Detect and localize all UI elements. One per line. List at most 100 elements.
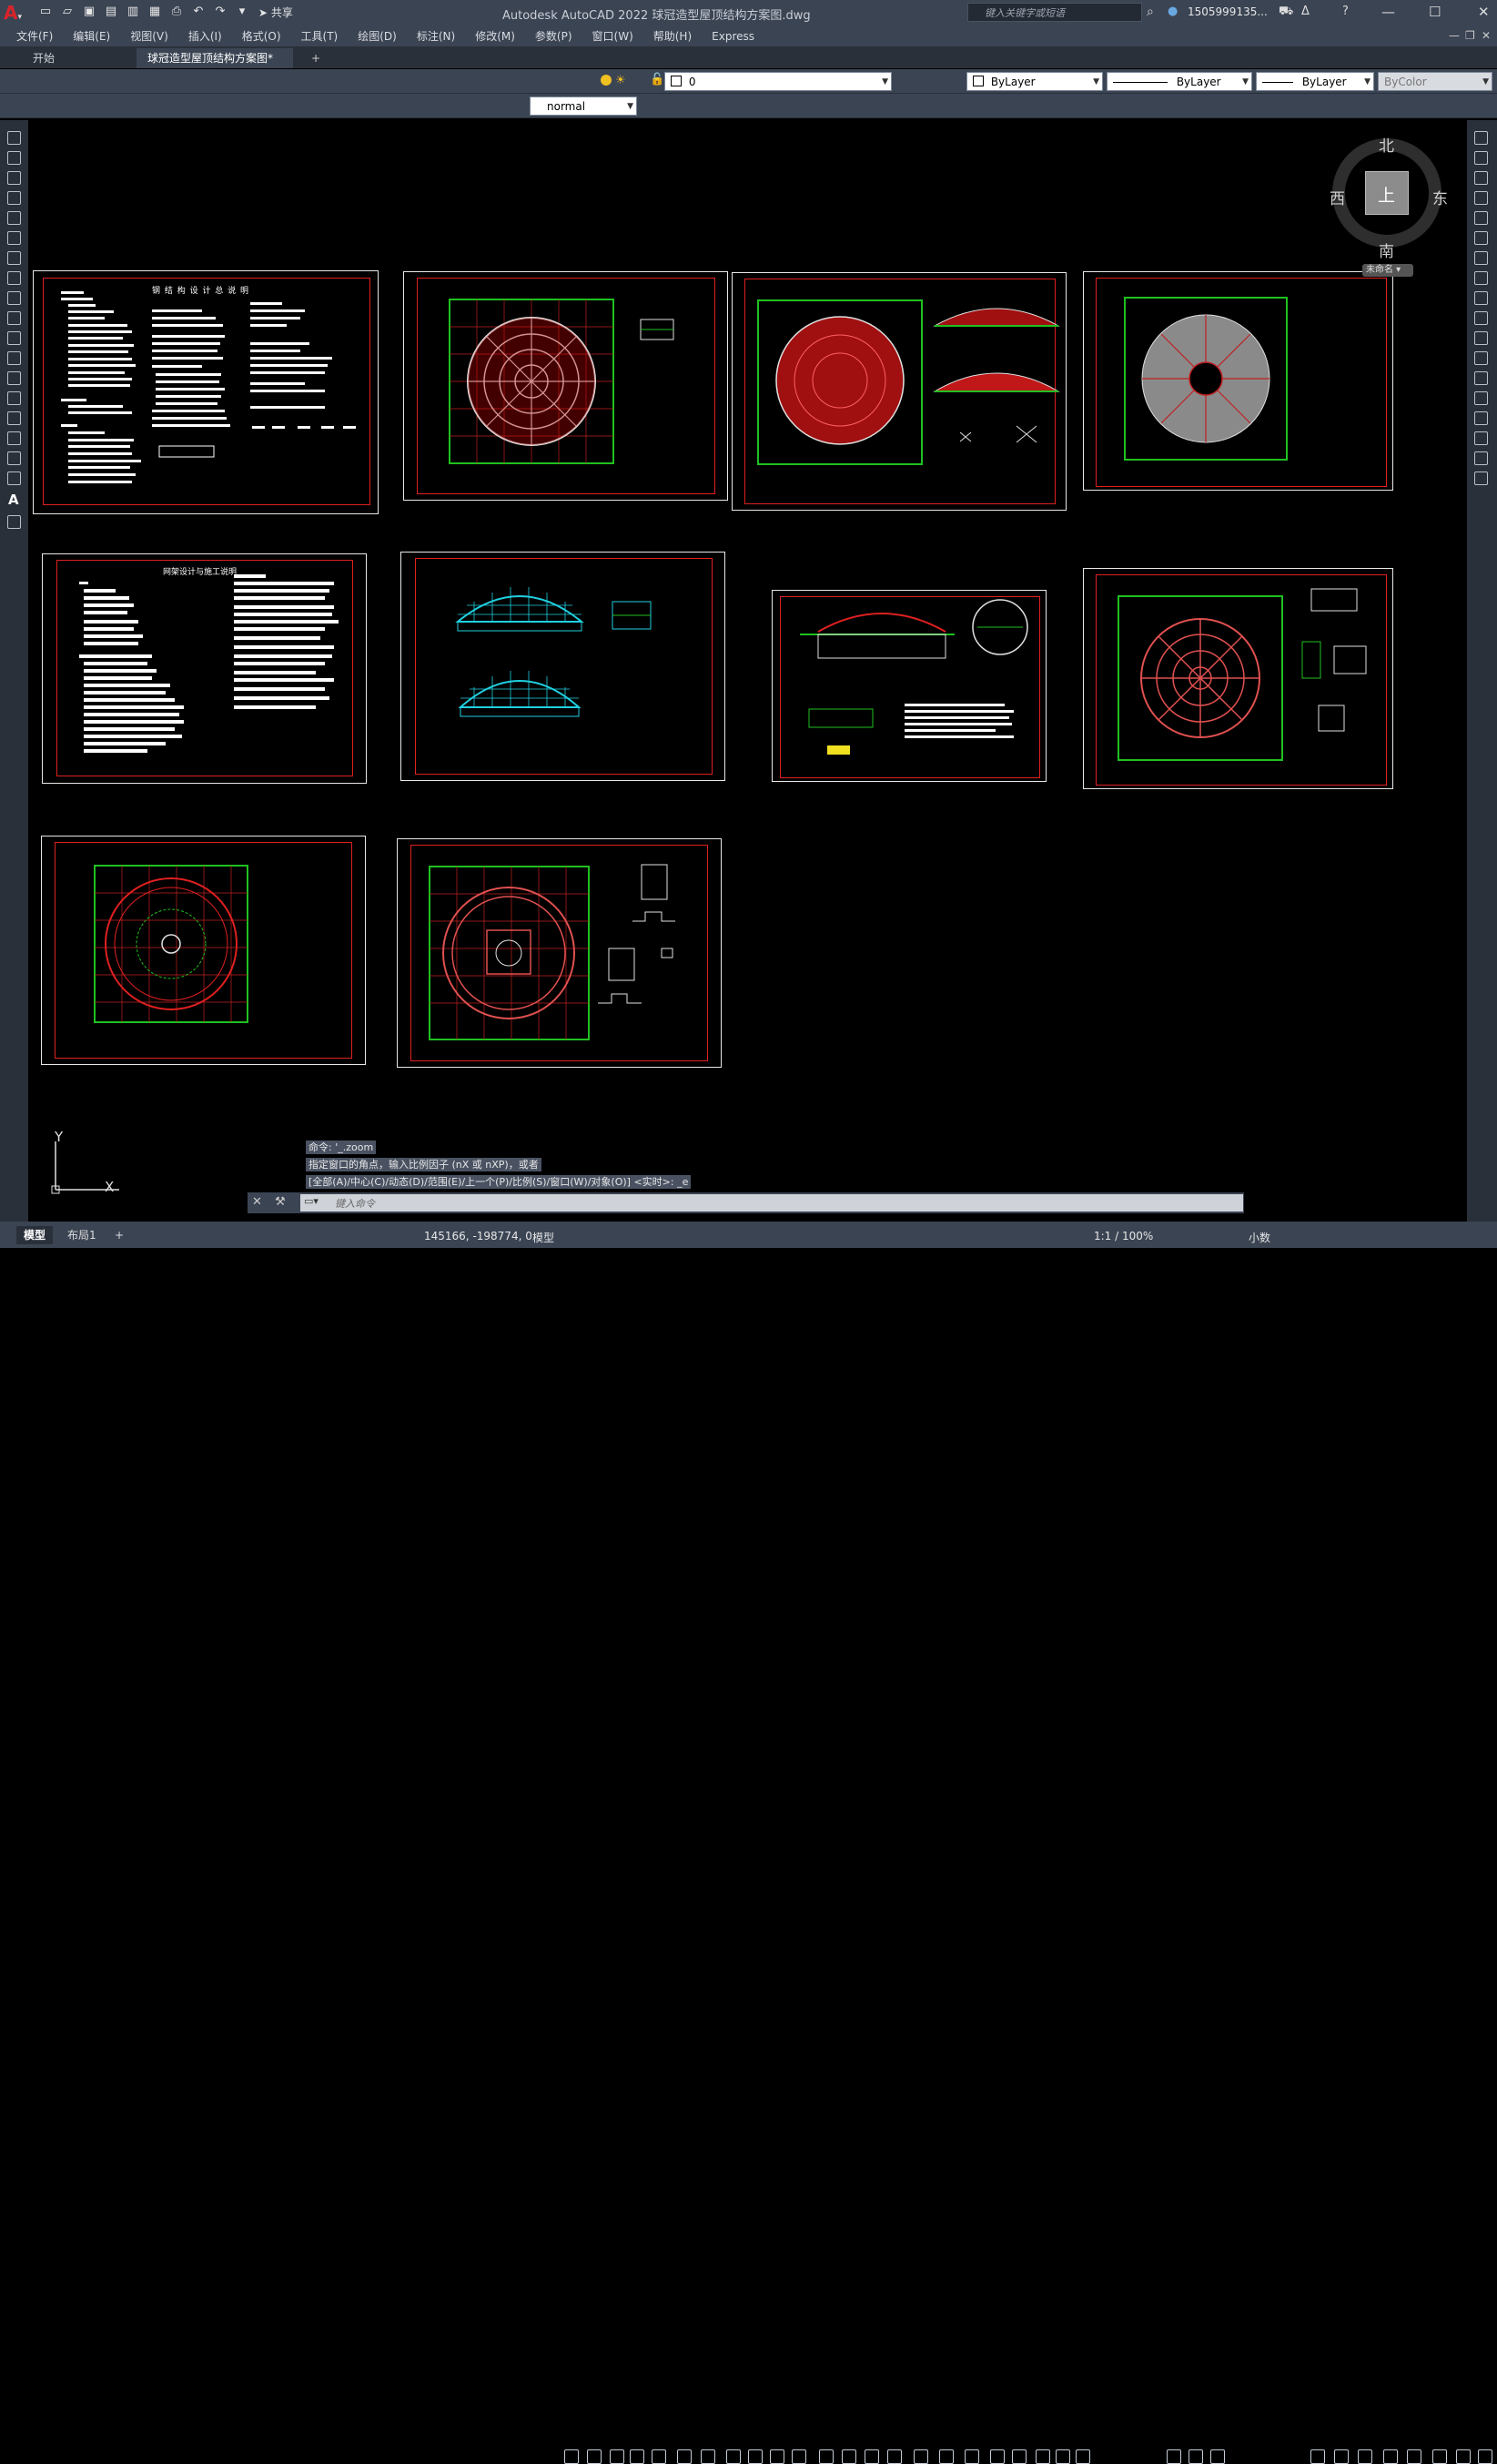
open-web-icon[interactable]: ▥ bbox=[124, 3, 142, 21]
plot-icon[interactable]: ⎙ bbox=[167, 3, 186, 21]
viewcube-top-face[interactable]: 上 bbox=[1365, 171, 1409, 215]
sheet-steel-structure-notes[interactable]: 钢 结 构 设 计 总 说 明 bbox=[33, 270, 379, 514]
status-toggle-icon[interactable] bbox=[842, 2449, 856, 2464]
menu-view[interactable]: 视图(V) bbox=[130, 26, 168, 46]
status-toggle-icon[interactable] bbox=[1056, 2449, 1070, 2464]
status-toggle-icon[interactable] bbox=[1310, 2449, 1325, 2464]
close-window-icon[interactable]: ✕ bbox=[1478, 4, 1490, 20]
draw-tool-icon[interactable] bbox=[7, 371, 21, 385]
status-toggle-icon[interactable] bbox=[939, 2449, 954, 2464]
modify-tool-icon[interactable] bbox=[1474, 151, 1488, 165]
user-icon[interactable]: ● bbox=[1168, 5, 1178, 18]
cart-icon[interactable]: ⛟ bbox=[1279, 5, 1293, 20]
user-account[interactable]: 1505999135... bbox=[1188, 5, 1268, 18]
status-toggle-icon[interactable] bbox=[1456, 2449, 1471, 2464]
modify-tool-icon[interactable] bbox=[1474, 411, 1488, 425]
layer-on-icon[interactable] bbox=[601, 75, 612, 86]
modify-tool-icon[interactable] bbox=[1474, 231, 1488, 245]
command-settings-icon[interactable]: ⚒ bbox=[275, 1195, 286, 1209]
command-recent-icon[interactable]: ▭▾ bbox=[304, 1195, 319, 1207]
new-icon[interactable]: ▭ bbox=[36, 3, 55, 21]
sheet-space-frame-notes[interactable]: 网架设计与施工说明 bbox=[42, 553, 367, 784]
viewcube-east[interactable]: 东 bbox=[1432, 186, 1448, 208]
modify-tool-icon[interactable] bbox=[1474, 431, 1488, 445]
status-toggle-icon[interactable] bbox=[990, 2449, 1005, 2464]
modify-tool-icon[interactable] bbox=[1474, 131, 1488, 145]
model-space-toggle[interactable]: 模型 bbox=[532, 1230, 554, 1245]
wcs-menu[interactable]: 未命名 ▾ bbox=[1362, 264, 1413, 277]
status-toggle-icon[interactable] bbox=[770, 2449, 784, 2464]
draw-tool-icon[interactable] bbox=[7, 171, 21, 185]
menu-edit[interactable]: 编辑(E) bbox=[73, 26, 110, 46]
status-toggle-icon[interactable] bbox=[1334, 2449, 1349, 2464]
redo-icon[interactable]: ↷ bbox=[211, 3, 229, 21]
tab-layout1[interactable]: 布局1 bbox=[60, 1226, 104, 1244]
status-toggle-icon[interactable] bbox=[610, 2449, 624, 2464]
sheet-section-details[interactable] bbox=[772, 590, 1047, 782]
draw-tool-icon[interactable] bbox=[7, 391, 21, 405]
status-toggle-icon[interactable] bbox=[865, 2449, 879, 2464]
layer-dropdown[interactable]: 0 ▼ bbox=[664, 72, 892, 91]
status-toggle-icon[interactable] bbox=[748, 2449, 763, 2464]
menu-parametric[interactable]: 参数(P) bbox=[535, 26, 572, 46]
new-tab-button[interactable]: + bbox=[300, 48, 331, 68]
menu-help[interactable]: 帮助(H) bbox=[653, 26, 692, 46]
color-dropdown[interactable]: ByLayer ▼ bbox=[966, 72, 1103, 91]
status-toggle-icon[interactable] bbox=[701, 2449, 715, 2464]
open-icon[interactable]: ▱ bbox=[58, 3, 76, 21]
status-toggle-icon[interactable] bbox=[726, 2449, 741, 2464]
doc-close-icon[interactable]: ✕ bbox=[1482, 29, 1491, 42]
menu-window[interactable]: 窗口(W) bbox=[592, 26, 633, 46]
status-toggle-icon[interactable] bbox=[630, 2449, 644, 2464]
draw-tool-icon[interactable] bbox=[7, 271, 21, 285]
menu-file[interactable]: 文件(F) bbox=[16, 26, 53, 46]
menu-draw[interactable]: 绘图(D) bbox=[358, 26, 397, 46]
sheet-circular-plan-2[interactable] bbox=[397, 838, 722, 1068]
save-as-icon[interactable]: ▤ bbox=[102, 3, 120, 21]
draw-tool-icon[interactable] bbox=[7, 311, 21, 325]
plotstyle-dropdown[interactable]: ByColor ▼ bbox=[1378, 72, 1492, 91]
viewcube-south[interactable]: 南 bbox=[1379, 238, 1394, 261]
modify-tool-icon[interactable] bbox=[1474, 251, 1488, 265]
modify-tool-icon[interactable] bbox=[1474, 171, 1488, 185]
status-toggle-icon[interactable] bbox=[1478, 2449, 1492, 2464]
tab-model[interactable]: 模型 bbox=[16, 1226, 54, 1244]
draw-tool-icon[interactable] bbox=[7, 151, 21, 165]
menu-express[interactable]: Express bbox=[712, 26, 754, 46]
layer-lock-icon[interactable]: 🔓 bbox=[650, 73, 664, 86]
modify-tool-icon[interactable] bbox=[1474, 291, 1488, 305]
sheet-dome-elevations-cyan[interactable] bbox=[400, 552, 725, 781]
layer-sun-icon[interactable]: ☀ bbox=[615, 74, 626, 87]
status-toggle-icon[interactable] bbox=[564, 2449, 579, 2464]
draw-tool-icon[interactable] bbox=[7, 515, 21, 529]
draw-tool-icon[interactable] bbox=[7, 472, 21, 485]
sheet-circular-plan-1[interactable] bbox=[41, 836, 366, 1065]
sheet-dome-plan-elevations[interactable] bbox=[732, 272, 1067, 511]
status-toggle-icon[interactable] bbox=[1167, 2449, 1181, 2464]
text-tool-icon[interactable]: A bbox=[8, 492, 19, 508]
save-web-icon[interactable]: ▦ bbox=[146, 3, 164, 21]
linetype-dropdown[interactable]: ByLayer ▼ bbox=[1107, 72, 1252, 91]
status-toggle-icon[interactable] bbox=[819, 2449, 834, 2464]
status-toggle-icon[interactable] bbox=[792, 2449, 806, 2464]
menu-format[interactable]: 格式(O) bbox=[242, 26, 281, 46]
draw-tool-icon[interactable] bbox=[7, 211, 21, 225]
annotation-scale[interactable]: 1:1 / 100% bbox=[1094, 1230, 1153, 1242]
search-icon[interactable]: ⌕ bbox=[1147, 5, 1154, 19]
doc-minimize-icon[interactable]: — bbox=[1449, 29, 1460, 42]
lineweight-dropdown[interactable]: ByLayer ▼ bbox=[1256, 72, 1374, 91]
sheet-dome-plan-1[interactable] bbox=[403, 271, 728, 501]
command-input[interactable]: ▭▾ 键入命令 bbox=[300, 1194, 1243, 1212]
qat-customize-icon[interactable]: ▾ bbox=[233, 3, 251, 21]
modify-tool-icon[interactable] bbox=[1474, 311, 1488, 325]
draw-tool-icon[interactable] bbox=[7, 291, 21, 305]
draw-tool-icon[interactable] bbox=[7, 351, 21, 365]
sheet-radial-plan[interactable] bbox=[1083, 568, 1393, 789]
draw-tool-icon[interactable] bbox=[7, 431, 21, 445]
modify-tool-icon[interactable] bbox=[1474, 191, 1488, 205]
share-button[interactable]: ➤ 共享 bbox=[255, 5, 297, 20]
viewcube-north[interactable]: 北 bbox=[1379, 133, 1394, 156]
units-menu[interactable]: 小数 bbox=[1249, 1230, 1270, 1245]
status-toggle-icon[interactable] bbox=[1358, 2449, 1372, 2464]
modify-tool-icon[interactable] bbox=[1474, 391, 1488, 405]
